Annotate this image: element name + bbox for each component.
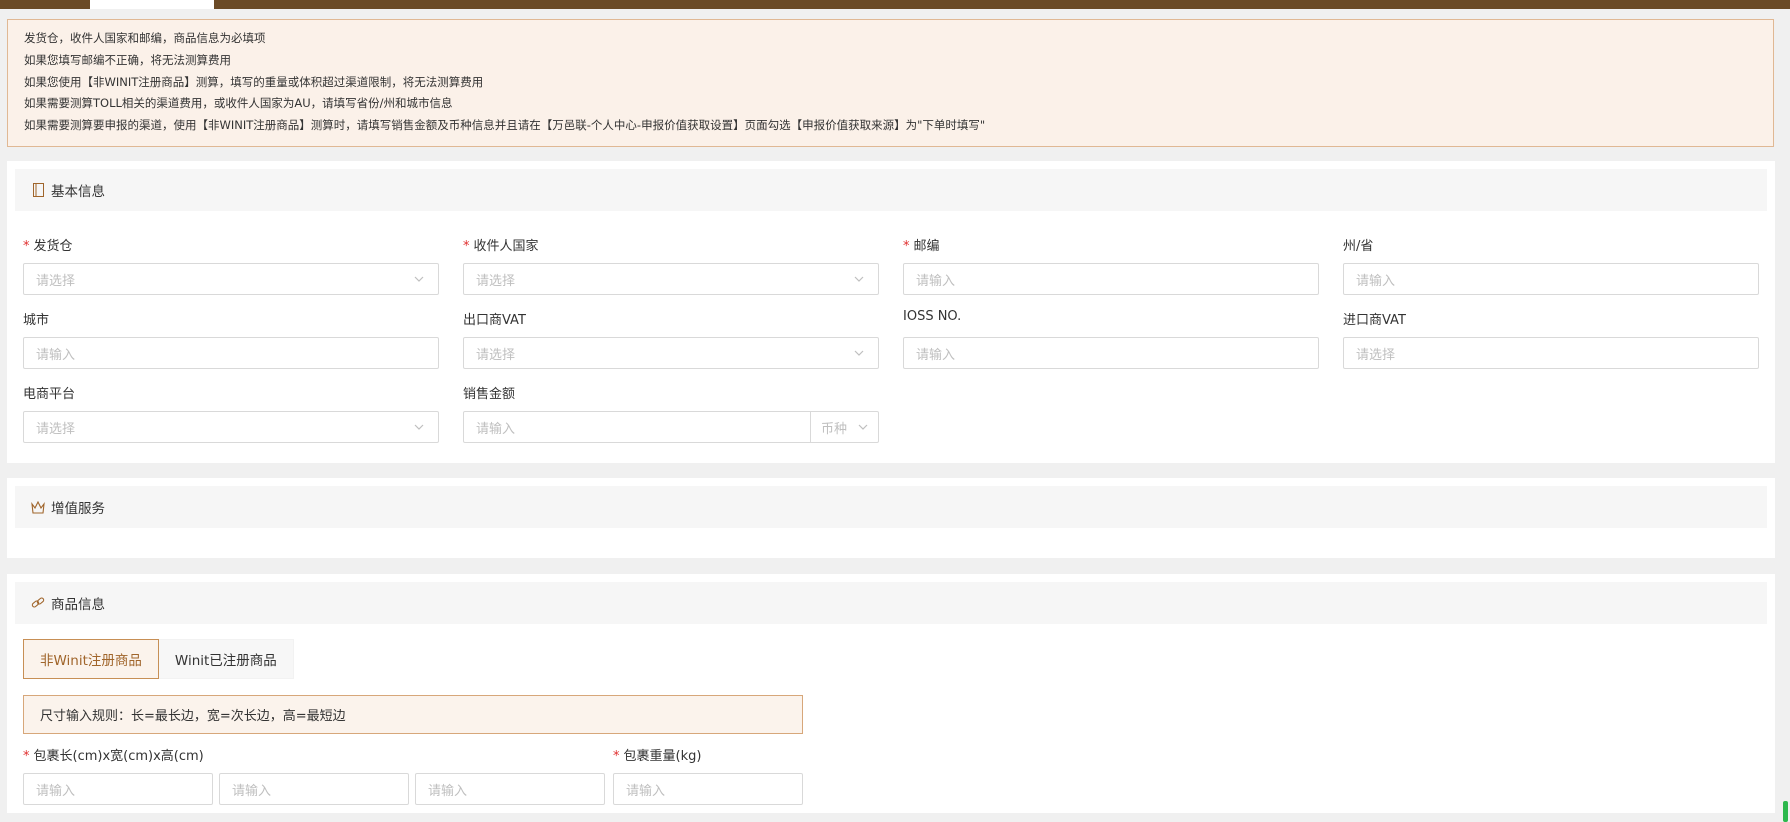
exporter-vat-select[interactable]: 请选择 bbox=[463, 337, 879, 369]
chevron-down-icon bbox=[856, 420, 870, 434]
importer-vat-placeholder: 请选择 bbox=[1356, 347, 1396, 363]
goods-tabs: 非Winit注册商品 Winit已注册商品 bbox=[23, 639, 294, 679]
state-placeholder: 请输入 bbox=[1356, 273, 1396, 289]
length-placeholder: 请输入 bbox=[36, 783, 76, 799]
city-input[interactable]: 请输入 bbox=[23, 337, 439, 369]
top-nav-bar bbox=[0, 0, 1790, 9]
zipcode-input[interactable]: 请输入 bbox=[903, 263, 1319, 295]
value-added-title: 增值服务 bbox=[51, 501, 105, 517]
warehouse-select[interactable]: 请选择 bbox=[23, 263, 439, 295]
height-input[interactable]: 请输入 bbox=[415, 773, 605, 805]
platform-select[interactable]: 请选择 bbox=[23, 411, 439, 443]
importer-vat-input[interactable]: 请选择 bbox=[1343, 337, 1759, 369]
basic-info-panel: 基本信息 * 发货仓 请选择 * 收件人国家 请选择 * 邮编 请输入 州/省 请输入… bbox=[7, 161, 1775, 463]
currency-select[interactable]: 币种 bbox=[810, 411, 879, 443]
active-nav-tab[interactable] bbox=[90, 0, 214, 9]
tab-winit-registered-goods[interactable]: Winit已注册商品 bbox=[158, 639, 294, 679]
country-placeholder: 请选择 bbox=[476, 273, 516, 289]
ioss-placeholder: 请输入 bbox=[916, 347, 956, 363]
dimensions-label: 包裹长(cm)x宽(cm)x高(cm) bbox=[33, 749, 204, 764]
notice-line: 如果您使用【非WINIT注册商品】测算，填写的重量或体积超过渠道限制，将无法测算… bbox=[24, 74, 484, 89]
crown-icon bbox=[31, 500, 45, 514]
tab-non-winit-goods[interactable]: 非Winit注册商品 bbox=[23, 639, 159, 679]
document-icon bbox=[31, 183, 45, 197]
city-label: 城市 bbox=[23, 313, 50, 328]
scrollbar-thumb[interactable] bbox=[1783, 801, 1788, 822]
link-icon bbox=[31, 596, 45, 610]
sales-amount-group: 请输入 币种 bbox=[463, 411, 879, 443]
notice-line: 如果需要测算TOLL相关的渠道费用，或收件人国家为AU，请填写省份/州和城市信息 bbox=[24, 96, 453, 111]
value-added-header: 增值服务 bbox=[15, 486, 1767, 528]
weight-label: 包裹重量(kg) bbox=[623, 749, 702, 764]
currency-placeholder: 币种 bbox=[821, 421, 848, 437]
warehouse-label: 发货仓 bbox=[33, 239, 73, 254]
state-label: 州/省 bbox=[1343, 239, 1374, 254]
zipcode-placeholder: 请输入 bbox=[916, 273, 956, 289]
size-rule-text: 尺寸输入规则：长=最长边，宽=次长边，高=最短边 bbox=[40, 709, 346, 724]
chevron-down-icon bbox=[852, 346, 866, 360]
required-mark: * bbox=[463, 239, 470, 254]
country-select[interactable]: 请选择 bbox=[463, 263, 879, 295]
required-mark: * bbox=[903, 239, 910, 254]
sales-amount-placeholder: 请输入 bbox=[476, 421, 516, 437]
chevron-down-icon bbox=[852, 272, 866, 286]
weight-placeholder: 请输入 bbox=[626, 783, 666, 799]
value-added-panel: 增值服务 bbox=[7, 478, 1775, 558]
notice-line: 如果您填写邮编不正确，将无法测算费用 bbox=[24, 52, 231, 67]
sales-amount-input[interactable]: 请输入 bbox=[463, 411, 811, 443]
notice-line: 如果需要测算要申报的渠道，使用【非WINIT注册商品】测算时，请填写销售金额及币… bbox=[24, 118, 986, 133]
country-label: 收件人国家 bbox=[473, 239, 539, 254]
ioss-input[interactable]: 请输入 bbox=[903, 337, 1319, 369]
required-mark: * bbox=[23, 239, 30, 254]
goods-info-header: 商品信息 bbox=[15, 582, 1767, 624]
warehouse-placeholder: 请选择 bbox=[36, 273, 76, 289]
goods-info-title: 商品信息 bbox=[51, 597, 105, 613]
city-placeholder: 请输入 bbox=[36, 347, 76, 363]
required-mark: * bbox=[613, 749, 620, 764]
size-rule-hint: 尺寸输入规则：长=最长边，宽=次长边，高=最短边 bbox=[23, 695, 803, 734]
state-input[interactable]: 请输入 bbox=[1343, 263, 1759, 295]
notice-line: 发货仓，收件人国家和邮编，商品信息为必填项 bbox=[24, 31, 266, 45]
width-input[interactable]: 请输入 bbox=[219, 773, 409, 805]
basic-info-header: 基本信息 bbox=[15, 169, 1767, 211]
basic-info-title: 基本信息 bbox=[51, 184, 105, 200]
zipcode-label: 邮编 bbox=[913, 239, 940, 254]
weight-input[interactable]: 请输入 bbox=[613, 773, 803, 805]
chevron-down-icon bbox=[412, 420, 426, 434]
platform-placeholder: 请选择 bbox=[36, 421, 76, 437]
width-placeholder: 请输入 bbox=[232, 783, 272, 799]
notice-box: 发货仓，收件人国家和邮编，商品信息为必填项 如果您填写邮编不正确，将无法测算费用… bbox=[7, 19, 1774, 147]
height-placeholder: 请输入 bbox=[428, 783, 468, 799]
required-mark: * bbox=[23, 749, 30, 764]
ioss-label: IOSS NO. bbox=[903, 309, 962, 324]
chevron-down-icon bbox=[412, 272, 426, 286]
platform-label: 电商平台 bbox=[23, 387, 76, 402]
exporter-vat-label: 出口商VAT bbox=[463, 313, 526, 328]
sales-amount-label: 销售金额 bbox=[463, 387, 516, 402]
length-input[interactable]: 请输入 bbox=[23, 773, 213, 805]
importer-vat-label: 进口商VAT bbox=[1343, 313, 1406, 328]
exporter-vat-placeholder: 请选择 bbox=[476, 347, 516, 363]
